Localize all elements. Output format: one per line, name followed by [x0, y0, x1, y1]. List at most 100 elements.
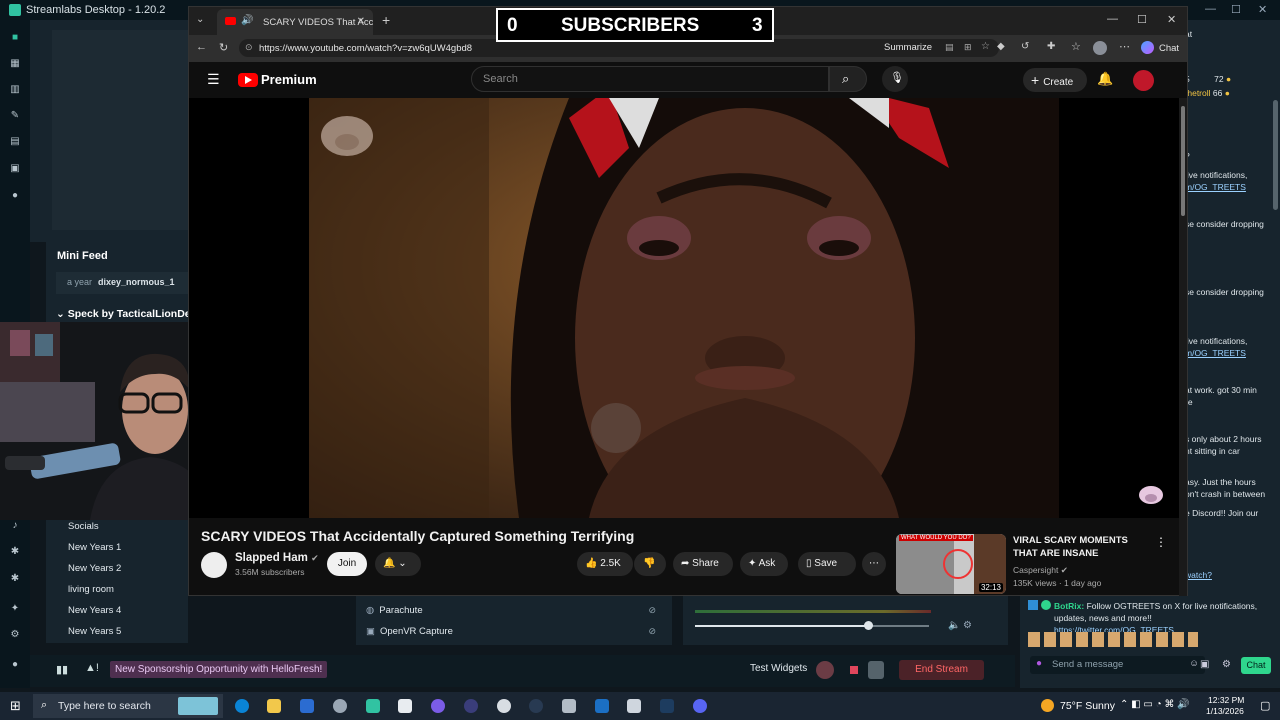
summarize-button[interactable]: Summarize [884, 42, 932, 53]
create-button[interactable]: + Create [1023, 68, 1087, 92]
chat-scrollbar[interactable] [1273, 100, 1278, 210]
microphone-icon[interactable]: ● [1036, 658, 1042, 669]
scene-item[interactable]: New Years 4 [68, 605, 121, 616]
more-actions-button[interactable]: ⋯ [862, 552, 886, 576]
editor-icon[interactable]: ■ [9, 32, 21, 44]
audio-playing-icon[interactable]: 🔊 [241, 15, 253, 26]
hamburger-menu-icon[interactable]: ☰ [207, 71, 220, 88]
profile-avatar-icon[interactable] [1093, 41, 1107, 55]
channel-name[interactable]: Slapped Ham [235, 552, 308, 564]
store-icon[interactable]: ▤ [9, 136, 21, 148]
save-button[interactable]: ▯ Save [798, 552, 856, 576]
end-stream-button[interactable]: End Stream [899, 660, 984, 680]
tab-close-icon[interactable]: ✕ [357, 16, 365, 27]
voice-search-button[interactable]: 🎙 [882, 66, 908, 92]
replay-buffer-icon[interactable] [868, 661, 884, 679]
speaker-icon[interactable]: 🔈 [948, 620, 960, 631]
app-icon[interactable] [333, 699, 347, 713]
ask-button[interactable]: ✦ Ask [740, 552, 788, 576]
mini-feed-item[interactable]: a year dixey_normous_1 [56, 272, 188, 294]
edge-icon[interactable] [235, 699, 249, 713]
chat-link[interactable]: watch? [1185, 570, 1212, 580]
weather-text[interactable]: 75°F Sunny [1060, 700, 1115, 712]
apps-grid-icon[interactable]: ⊞ [964, 42, 972, 53]
file-explorer-icon[interactable] [267, 699, 281, 713]
youtube-premium-brand[interactable]: Premium [261, 72, 317, 87]
browser-close-icon[interactable]: ✕ [1167, 13, 1176, 26]
scrollbar-thumb[interactable] [1181, 106, 1185, 216]
scene-item[interactable]: New Years 1 [68, 542, 121, 553]
record-icon[interactable]: ● [9, 190, 21, 202]
steam-icon[interactable] [660, 699, 674, 713]
dislike-button[interactable]: 👎 [634, 552, 666, 576]
more-options-icon[interactable]: ⋯ [1119, 40, 1130, 53]
reader-icon[interactable]: ▤ [945, 42, 954, 53]
visibility-off-icon[interactable]: ⊘ [648, 626, 656, 637]
settings-gear-icon[interactable]: ✱ [9, 546, 21, 558]
usb-icon[interactable] [562, 699, 576, 713]
chat-input[interactable]: ● Send a message ☺ [1030, 656, 1205, 674]
test-widgets-button[interactable]: Test Widgets [750, 663, 807, 674]
recommended-title[interactable]: VIRAL SCARY MOMENTS THAT ARE INSANE [1013, 534, 1148, 560]
chat-username[interactable]: BotRix: [1054, 601, 1084, 611]
youtube-search-input[interactable]: Search [471, 66, 829, 92]
scene-item[interactable]: New Years 2 [68, 563, 121, 574]
alert-icon[interactable]: ▲! [85, 662, 99, 674]
notifications-bell-icon[interactable]: 🔔 [1097, 71, 1113, 87]
windows-start-icon[interactable]: ⊞ [10, 698, 21, 714]
apps-icon[interactable]: ▣ [9, 163, 21, 175]
system-tray-icons[interactable]: ⌃ ◧ ▭ ◔ ⌘ 🔊 [1120, 699, 1190, 710]
settings-icon[interactable]: ⚙ [9, 629, 21, 641]
notifications-icon[interactable]: ▢ [1260, 699, 1270, 712]
copilot-chat-button[interactable]: Chat [1159, 43, 1179, 54]
video-player[interactable] [189, 98, 1179, 518]
chat-link[interactable]: m/OG_TREETS [1185, 182, 1246, 192]
spark-icon[interactable]: ✦ [9, 603, 21, 615]
subscribed-bell-button[interactable]: 🔔 ⌄ [375, 552, 421, 576]
new-tab-icon[interactable]: + [382, 12, 390, 28]
browser-maximize-icon[interactable]: ☐ [1137, 13, 1147, 26]
chat-gift-icon[interactable]: ▣ [1200, 659, 1209, 670]
store-icon[interactable] [300, 699, 314, 713]
visibility-off-icon[interactable]: ⊘ [648, 605, 656, 616]
source-item[interactable]: ▣ OpenVR Capture ⊘ [366, 626, 656, 637]
source-item[interactable]: ◍ Parachute ⊘ [366, 605, 656, 616]
browser-tab[interactable]: 🔊 SCARY VIDEOS That Accidenta ✕ [217, 9, 373, 35]
scene-item[interactable]: living room [68, 584, 114, 595]
profile-icon[interactable]: ● [9, 659, 21, 671]
chat-send-button[interactable]: Chat [1241, 657, 1271, 674]
reload-icon[interactable]: ↻ [219, 41, 228, 54]
volume-slider-handle[interactable] [864, 621, 873, 630]
speck-section-title[interactable]: ⌄ Speck by TacticalLionDes [56, 308, 197, 320]
recommended-channel[interactable]: Caspersight [1013, 565, 1058, 575]
extensions-puzzle-icon[interactable]: ✚ [1047, 41, 1055, 52]
recommended-menu-icon[interactable]: ⋮ [1155, 535, 1167, 549]
settings-gear-icon-2[interactable]: ✱ [9, 573, 21, 585]
media-player-icon[interactable] [497, 699, 511, 713]
refresh-extension-icon[interactable]: ↺ [1021, 41, 1029, 52]
scene-item[interactable]: New Years 5 [68, 626, 121, 637]
streamlabs-taskbar-icon[interactable] [366, 699, 380, 713]
like-button[interactable]: 👍 2.5K [577, 552, 633, 576]
app-icon-3[interactable] [464, 699, 478, 713]
recommended-thumbnail[interactable]: WHAT WOULD YOU DO? 32:13 [896, 534, 1006, 594]
back-arrow-icon[interactable]: ← [196, 41, 207, 53]
calculator-icon[interactable] [627, 699, 641, 713]
scene-item[interactable]: Socials [68, 521, 99, 532]
sponsorship-banner[interactable]: New Sponsorship Opportunity with HelloFr… [110, 661, 328, 678]
record-indicator-icon[interactable] [816, 661, 834, 679]
site-info-icon[interactable]: ⊙ [245, 42, 253, 53]
favorites-icon[interactable]: ☆ [1071, 40, 1081, 53]
chat-settings-icon[interactable]: ⚙ [1222, 659, 1231, 670]
tab-list-chevron-icon[interactable]: ⌄ [196, 14, 204, 25]
minimize-icon[interactable]: — [1205, 3, 1216, 15]
emoji-icon[interactable]: ☺ [1189, 658, 1199, 669]
page-scrollbar[interactable] [1179, 98, 1187, 596]
share-button[interactable]: ➦ Share [673, 552, 733, 576]
clock-date[interactable]: 1/13/2026 [1206, 706, 1244, 716]
stats-icon[interactable]: ▮▮ [56, 663, 68, 676]
discord-icon[interactable] [693, 699, 707, 713]
app-icon-4[interactable] [529, 699, 543, 713]
app-icon-5[interactable] [595, 699, 609, 713]
copilot-icon[interactable] [1141, 41, 1154, 54]
